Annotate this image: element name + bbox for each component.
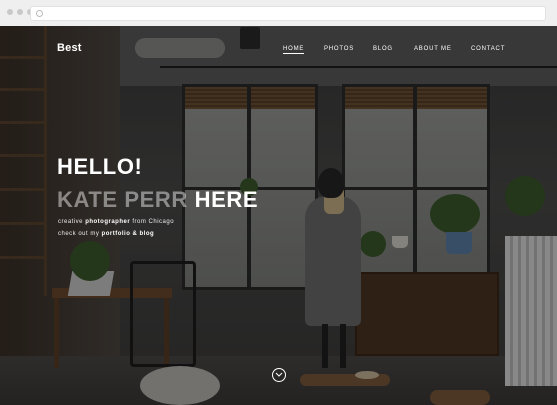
hero-greeting: HELLO! — [57, 154, 143, 179]
cta-link[interactable]: portfolio & blog — [102, 231, 155, 237]
cta-text: check out my — [58, 231, 100, 237]
hero-name-rest: HERE — [194, 187, 259, 212]
browser-chrome — [0, 0, 557, 27]
window-dot-icon[interactable] — [17, 9, 23, 15]
window-dot-icon[interactable] — [7, 9, 13, 15]
nav-item-about-me[interactable]: ABOUT ME — [414, 46, 452, 52]
hero-tagline: creative photographer from Chicago — [58, 219, 174, 225]
nav-item-blog[interactable]: BLOG — [373, 46, 393, 52]
tagline-text: from Chicago — [132, 219, 175, 225]
hero-name-faded: KATE PERR — [57, 187, 188, 212]
browser-window: Best HOME PHOTOS BLOG ABOUT ME CONTACT H… — [0, 0, 557, 405]
site-info-icon[interactable] — [36, 10, 43, 17]
nav-item-photos[interactable]: PHOTOS — [324, 46, 354, 52]
hero-cta-line: check out my portfolio & blog — [58, 231, 154, 237]
tagline-text: creative — [58, 219, 84, 225]
site-logo[interactable]: Best — [57, 42, 82, 54]
tagline-highlight: photographer — [85, 219, 131, 225]
address-bar[interactable] — [30, 6, 546, 21]
hero-name: KATE PERR HERE — [57, 187, 258, 213]
chevron-down-icon — [275, 372, 283, 377]
hero-overlay — [0, 26, 557, 405]
hero-section: Best HOME PHOTOS BLOG ABOUT ME CONTACT H… — [0, 26, 557, 405]
scroll-down-button[interactable] — [272, 368, 286, 382]
nav-item-contact[interactable]: CONTACT — [471, 46, 505, 52]
nav-item-home[interactable]: HOME — [283, 46, 305, 54]
